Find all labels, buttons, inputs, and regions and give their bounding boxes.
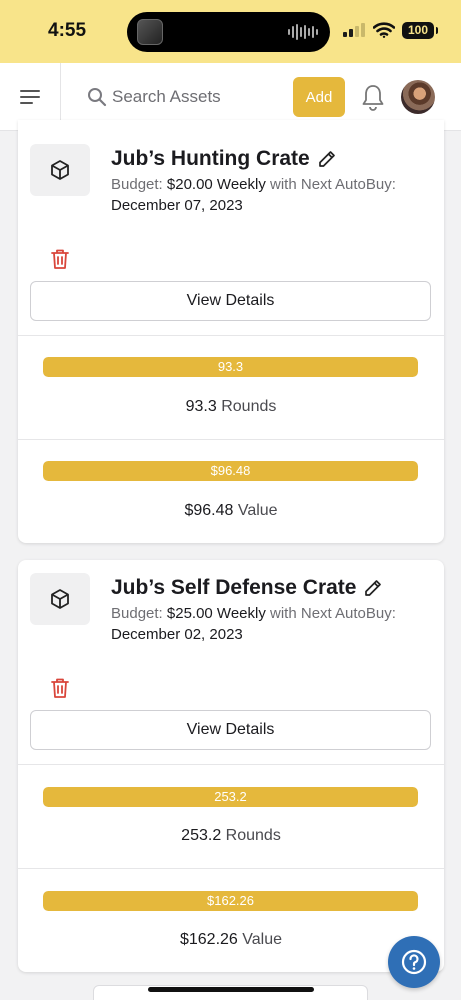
value-amount: $162.26 [179, 931, 238, 948]
help-icon [401, 949, 427, 975]
crate-budget-info: Budget: $20.00 Weekly with Next AutoBuy:… [111, 174, 431, 216]
budget-value: $25.00 Weekly [166, 605, 266, 622]
home-indicator [148, 987, 314, 992]
value-progress-bar: $96.48 [43, 461, 418, 481]
value-amount: $96.48 [184, 502, 234, 519]
box-icon [51, 589, 69, 609]
battery-indicator: 100 [402, 22, 438, 39]
rounds-unit: Rounds [225, 827, 281, 844]
next-autobuy-label: with Next AutoBuy: [270, 176, 396, 193]
crate-icon-box [30, 573, 90, 625]
value-caption: $96.48 Value [18, 502, 444, 520]
crate-title-text: Jub’s Hunting Crate [111, 147, 310, 170]
crate-budget-info: Budget: $25.00 Weekly with Next AutoBuy:… [111, 603, 431, 645]
rounds-value: 93.3 [185, 398, 217, 415]
budget-label: Budget: [111, 176, 163, 193]
crate-title: Jub’s Hunting Crate [111, 147, 338, 171]
value-caption: $162.26 Value [18, 931, 444, 949]
divider [18, 439, 444, 440]
view-details-button[interactable]: View Details [30, 710, 431, 750]
rounds-caption: 253.2 Rounds [18, 827, 444, 845]
value-bar-fill: $96.48 [43, 461, 418, 481]
trash-icon[interactable] [50, 248, 70, 270]
value-unit: Value [242, 931, 283, 948]
budget-label: Budget: [111, 605, 163, 622]
crate-card: Jub’s Self Defense Crate Budget: $25.00 … [18, 560, 444, 972]
rounds-progress-bar: 93.3 [43, 357, 418, 377]
divider [18, 764, 444, 765]
divider [18, 868, 444, 869]
view-details-button[interactable]: View Details [30, 281, 431, 321]
rounds-unit: Rounds [221, 398, 277, 415]
avatar[interactable] [401, 80, 435, 114]
search-icon [88, 88, 107, 107]
search-input[interactable] [112, 82, 282, 112]
now-playing-thumbnail [137, 19, 163, 45]
edit-icon[interactable] [316, 148, 338, 170]
wifi-icon [373, 22, 395, 38]
rounds-bar-fill: 93.3 [43, 357, 418, 377]
value-unit: Value [237, 502, 278, 519]
rounds-bar-fill: 253.2 [43, 787, 418, 807]
rounds-progress-bar: 253.2 [43, 787, 418, 807]
status-bar: 4:55 100 [0, 0, 461, 63]
value-progress-bar: $162.26 [43, 891, 418, 911]
cellular-signal-icon [343, 23, 365, 37]
bell-icon[interactable] [361, 83, 385, 111]
add-button[interactable]: Add [293, 77, 345, 117]
help-button[interactable] [388, 936, 440, 988]
crate-title-text: Jub’s Self Defense Crate [111, 576, 357, 599]
next-autobuy-date: December 07, 2023 [111, 197, 243, 214]
status-time: 4:55 [48, 20, 87, 41]
box-icon [51, 160, 69, 180]
crate-title: Jub’s Self Defense Crate [111, 576, 384, 600]
trash-icon[interactable] [50, 677, 70, 699]
rounds-caption: 93.3 Rounds [18, 398, 444, 416]
rounds-value: 253.2 [181, 827, 222, 844]
crate-card: Jub’s Hunting Crate Budget: $20.00 Weekl… [18, 120, 444, 543]
value-bar-fill: $162.26 [43, 891, 418, 911]
divider [18, 335, 444, 336]
audio-wave-icon [288, 23, 318, 41]
edit-icon[interactable] [362, 577, 384, 599]
next-autobuy-date: December 02, 2023 [111, 626, 243, 643]
dynamic-island [127, 12, 330, 52]
budget-value: $20.00 Weekly [166, 176, 266, 193]
hamburger-menu-icon [20, 90, 40, 104]
next-autobuy-label: with Next AutoBuy: [270, 605, 396, 622]
crate-icon-box [30, 144, 90, 196]
